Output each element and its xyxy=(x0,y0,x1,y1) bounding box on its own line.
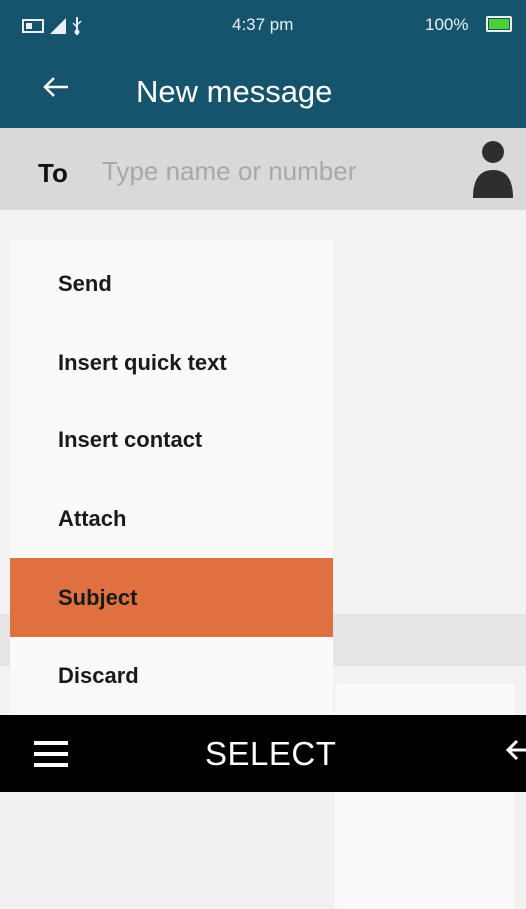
status-time: 4:37 pm xyxy=(232,15,294,34)
menu-item-send[interactable]: Send xyxy=(10,244,333,323)
select-softkey[interactable]: SELECT xyxy=(205,735,336,773)
soft-key-bar: SELECT xyxy=(0,715,526,792)
recipient-label: To xyxy=(38,158,68,188)
recipient-input[interactable] xyxy=(102,154,442,188)
options-menu: Send Insert quick text Insert contact At… xyxy=(10,240,333,715)
page-title: New message xyxy=(136,74,333,109)
battery-icon xyxy=(486,16,512,32)
back-arrow-icon[interactable] xyxy=(504,733,526,772)
recipient-bar: To xyxy=(0,128,526,210)
menu-item-insert-contact[interactable]: Insert contact xyxy=(10,400,333,479)
battery-level-fill xyxy=(489,19,509,29)
person-icon[interactable] xyxy=(470,138,516,205)
signal-icon xyxy=(50,18,66,34)
menu-item-attach[interactable]: Attach xyxy=(10,479,333,558)
battery-percent: 100% xyxy=(425,15,469,34)
status-icons xyxy=(22,17,82,35)
menu-item-insert-quick-text[interactable]: Insert quick text xyxy=(10,323,333,402)
status-bar: 4:37 pm 100% xyxy=(0,0,526,50)
menu-item-discard[interactable]: Discard xyxy=(10,636,333,715)
arrow-left-icon[interactable] xyxy=(42,72,70,104)
hamburger-menu-icon[interactable] xyxy=(34,741,68,774)
sim-card-icon xyxy=(22,19,44,33)
app-bar: New message xyxy=(0,50,526,128)
usb-icon xyxy=(72,17,82,35)
menu-item-subject[interactable]: Subject xyxy=(10,558,333,637)
